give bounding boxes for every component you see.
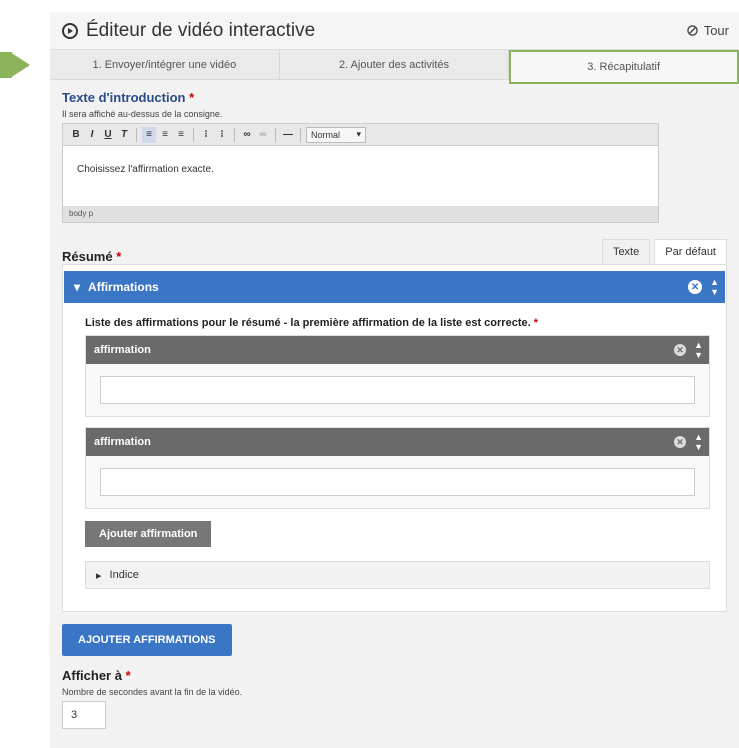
hint-label: Indice xyxy=(109,569,139,581)
toolbar-divider xyxy=(300,127,301,142)
italic-button[interactable]: I xyxy=(85,127,99,143)
caret-right-icon: ▸ xyxy=(96,569,102,582)
required-mark: * xyxy=(125,668,131,683)
reorder-arrows-icon[interactable]: ▲ ▼ xyxy=(694,340,703,360)
align-right-icon[interactable]: ≡ xyxy=(174,127,188,143)
align-center-icon[interactable]: ≡ xyxy=(158,127,172,143)
element-path: body p xyxy=(63,206,658,222)
affirmations-list-label: Liste des affirmations pour le résumé - … xyxy=(85,317,710,329)
chevron-down-icon: ▾ xyxy=(356,129,361,139)
editor-toolbar: B I U T ≡ ≡ ≡ ⁝ ⁝ ∞ ∞ ― Normal ▾ xyxy=(63,124,658,146)
unlink-icon[interactable]: ∞ xyxy=(256,127,270,143)
step-tabs: 1. Envoyer/intégrer une vidéo 2. Ajouter… xyxy=(50,50,739,84)
bulleted-list-icon[interactable]: ⁝ xyxy=(199,127,213,143)
top-strip xyxy=(50,0,739,12)
required-mark: * xyxy=(533,317,538,329)
show-at-field: Afficher à * Nombre de secondes avant la… xyxy=(62,668,727,729)
form-content: Texte d'introduction * Il sera affiché a… xyxy=(50,80,739,729)
intro-text-description: Il sera affiché au-dessus de la consigne… xyxy=(62,109,223,119)
toolbar-divider xyxy=(136,127,137,142)
bold-button[interactable]: B xyxy=(69,127,83,143)
remove-group-icon[interactable]: ✕ xyxy=(688,280,703,294)
format-select-value: Normal xyxy=(311,129,341,140)
hint-section[interactable]: ▸ Indice xyxy=(85,561,710,589)
affirmation-input[interactable] xyxy=(100,468,695,496)
show-at-label: Afficher à * xyxy=(62,668,727,683)
play-circle-icon xyxy=(62,22,78,39)
list-item: affirmation ✕ ▲ ▼ xyxy=(85,427,710,509)
show-at-description: Nombre de secondes avant la fin de la vi… xyxy=(62,687,243,697)
required-mark: * xyxy=(189,90,195,105)
interactive-video-editor: Éditeur de vidéo interactive Tour 1. Env… xyxy=(50,0,739,748)
summary-label: Résumé * xyxy=(62,249,121,264)
compass-icon xyxy=(686,25,698,36)
list-item: affirmation ✕ ▲ ▼ xyxy=(85,335,710,417)
show-at-label-text: Afficher à xyxy=(62,668,122,683)
affirmation-input[interactable] xyxy=(100,376,695,404)
step-pointer-arrow xyxy=(0,52,30,78)
affirmations-group-title: Affirmations xyxy=(88,280,159,294)
tour-button[interactable]: Tour xyxy=(686,23,729,38)
intro-text-label-text: Texte d'introduction xyxy=(62,90,186,105)
affirmation-title: affirmation xyxy=(94,344,151,356)
seconds-input[interactable]: 3 xyxy=(62,701,106,729)
affirmation-header: affirmation ✕ ▲ ▼ xyxy=(86,428,709,456)
tab-default-mode[interactable]: Par défaut xyxy=(654,239,727,264)
toolbar-divider xyxy=(234,127,235,142)
collapse-caret-icon[interactable]: ▾ xyxy=(74,280,80,294)
link-icon[interactable]: ∞ xyxy=(240,127,254,143)
affirmations-list: Liste des affirmations pour le résumé - … xyxy=(73,303,716,611)
affirmations-list-label-text: Liste des affirmations pour le résumé - … xyxy=(85,317,531,329)
format-select[interactable]: Normal ▾ xyxy=(306,126,366,143)
clear-format-button[interactable]: T xyxy=(117,127,131,143)
tab-add-activities[interactable]: 2. Ajouter des activités xyxy=(280,50,510,79)
reorder-arrows-icon[interactable]: ▲ ▼ xyxy=(710,277,719,297)
remove-item-icon[interactable]: ✕ xyxy=(674,344,687,356)
remove-item-icon[interactable]: ✕ xyxy=(674,436,687,448)
numbered-list-icon[interactable]: ⁝ xyxy=(215,127,229,143)
toolbar-divider xyxy=(275,127,276,142)
horizontal-rule-icon[interactable]: ― xyxy=(281,127,295,143)
tab-summary[interactable]: 3. Récapitulatif xyxy=(509,50,739,84)
add-affirmations-group-button[interactable]: AJOUTER AFFIRMATIONS xyxy=(62,624,232,656)
tab-upload-video[interactable]: 1. Envoyer/intégrer une vidéo xyxy=(50,50,280,79)
affirmations-group-header[interactable]: ▾ Affirmations ✕ ▲ ▼ xyxy=(64,271,725,303)
required-mark: * xyxy=(116,249,122,264)
summary-box: ▾ Affirmations ✕ ▲ ▼ Liste des affirmatio… xyxy=(62,264,727,612)
intro-text-body[interactable]: Choisissez l'affirmation exacte. xyxy=(63,146,658,206)
underline-button[interactable]: U xyxy=(101,127,115,143)
tab-text-mode[interactable]: Texte xyxy=(601,239,651,264)
reorder-arrows-icon[interactable]: ▲ ▼ xyxy=(694,432,703,452)
toolbar-divider xyxy=(193,127,194,142)
add-affirmation-button[interactable]: Ajouter affirmation xyxy=(85,521,212,547)
summary-label-text: Résumé xyxy=(62,249,113,264)
summary-header: Résumé * Texte Par défaut xyxy=(62,239,727,264)
summary-mode-tabs: Texte Par défaut xyxy=(598,239,727,264)
affirmation-title: affirmation xyxy=(94,436,151,448)
intro-text-label: Texte d'introduction * xyxy=(62,90,727,105)
page-title: Éditeur de vidéo interactive xyxy=(86,19,316,41)
editor-header: Éditeur de vidéo interactive Tour xyxy=(50,12,739,50)
tour-label: Tour xyxy=(703,23,729,38)
affirmation-header: affirmation ✕ ▲ ▼ xyxy=(86,336,709,364)
align-left-icon[interactable]: ≡ xyxy=(142,126,156,143)
intro-rich-text-editor: B I U T ≡ ≡ ≡ ⁝ ⁝ ∞ ∞ ― Normal ▾ Choisis… xyxy=(62,123,659,223)
